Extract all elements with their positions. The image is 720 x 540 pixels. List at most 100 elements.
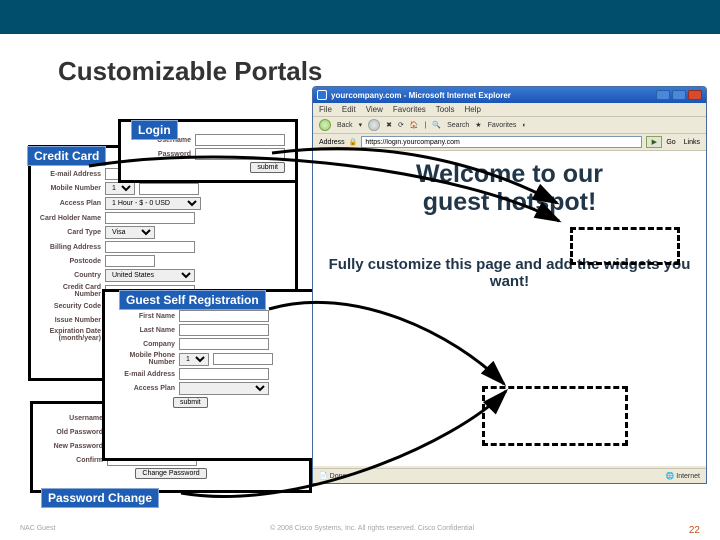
browser-toolbar: Back ▾ ✖ ⟳ 🏠 | 🔍 Search ★ Favorites ◐ — [313, 117, 706, 134]
widget-placeholder-2 — [482, 386, 628, 446]
footer-left: NAC Guest — [20, 525, 55, 536]
login-panel: Login Username Password submit — [118, 119, 298, 183]
pwd-new-label: New Password — [39, 443, 103, 450]
slide-footer: NAC Guest © 2008 Cisco Systems, Inc. All… — [0, 525, 720, 536]
credit-billing-label: Billing Address — [37, 244, 101, 251]
credit-mobile-label: Mobile Number — [37, 185, 101, 192]
address-input[interactable] — [361, 136, 642, 148]
credit-postcode-label: Postcode — [37, 258, 101, 265]
pwd-confirm-label: Confirm — [39, 457, 103, 464]
done-icon: 📄 — [319, 473, 328, 480]
guest-mobile-input[interactable] — [213, 353, 273, 365]
browser-window: yourcompany.com - Microsoft Internet Exp… — [312, 86, 707, 484]
login-heading: Login — [131, 120, 178, 140]
status-done: 📄 Done — [319, 472, 346, 480]
credit-mobile-code[interactable]: 1 — [105, 182, 135, 195]
credit-country-select[interactable]: United States — [105, 269, 195, 282]
widget-placeholder-1 — [570, 227, 680, 265]
guest-access-label: Access Plan — [111, 385, 175, 392]
go-label: Go — [666, 139, 675, 146]
headline-line2: guest hotspot! — [423, 188, 597, 216]
menu-help[interactable]: Help — [464, 105, 480, 114]
forward-button[interactable] — [368, 119, 380, 131]
stage: Credit Card E-mail Address Mobile Number… — [0, 87, 720, 517]
guest-first-label: First Name — [111, 313, 175, 320]
guest-mobile-label: Mobile Phone Number — [111, 352, 175, 366]
toolbar-refresh-icon[interactable]: ⟳ — [398, 121, 404, 129]
credit-exp-label: Expiration Date (month/year) — [37, 328, 101, 342]
password-change-heading: Password Change — [41, 488, 159, 508]
go-button[interactable]: ▶ — [646, 136, 662, 148]
credit-issue-label: Issue Number — [37, 317, 101, 324]
footer-copyright: © 2008 Cisco Systems, Inc. All rights re… — [55, 525, 688, 536]
internet-icon: 🌐 — [666, 473, 675, 480]
guest-mobile-code[interactable]: 1 — [179, 353, 209, 366]
guest-last-input[interactable] — [179, 324, 269, 336]
window-close-button[interactable] — [688, 90, 702, 100]
toolbar-search-icon[interactable]: 🔍 — [432, 121, 441, 129]
pwd-old-label: Old Password — [39, 429, 103, 436]
guest-submit-button[interactable]: submit — [173, 397, 208, 408]
login-password-input[interactable] — [195, 148, 285, 160]
favorites-label: Favorites — [488, 122, 517, 129]
credit-access-label: Access Plan — [37, 200, 101, 207]
toolbar-sep: | — [425, 122, 427, 129]
address-label: Address — [319, 139, 345, 146]
status-zone: 🌐 Internet — [666, 472, 700, 480]
credit-email-label: E-mail Address — [37, 171, 101, 178]
pwd-change-button[interactable]: Change Password — [135, 468, 206, 479]
login-submit-button[interactable]: submit — [250, 162, 285, 173]
toolbar-favorites-icon[interactable]: ★ — [475, 121, 481, 129]
credit-mobile-input[interactable] — [139, 183, 199, 195]
guest-company-input[interactable] — [179, 338, 269, 350]
credit-type-select[interactable]: Visa — [105, 226, 155, 239]
slide-title: Customizable Portals — [58, 56, 720, 87]
back-button[interactable] — [319, 119, 331, 131]
browser-statusbar: 📄 Done 🌐 Internet — [313, 468, 706, 483]
window-minimize-button[interactable] — [656, 90, 670, 100]
pwd-username-label: Username — [39, 415, 103, 422]
login-username-input[interactable] — [195, 134, 285, 146]
credit-country-label: Country — [37, 272, 101, 279]
guest-email-input[interactable] — [179, 368, 269, 380]
guest-heading: Guest Self Registration — [119, 290, 266, 310]
toolbar-stop-icon[interactable]: ✖ — [386, 121, 392, 129]
address-lock-icon: 🔒 — [349, 138, 358, 146]
browser-title: yourcompany.com - Microsoft Internet Exp… — [331, 91, 652, 100]
back-label: Back — [337, 122, 353, 129]
guest-first-input[interactable] — [179, 310, 269, 322]
credit-card-heading: Credit Card — [27, 146, 106, 166]
credit-billing-input[interactable] — [105, 241, 195, 253]
guest-access-select[interactable] — [179, 382, 269, 395]
toolbar-media-icon[interactable]: ◐ — [522, 122, 526, 129]
toolbar-home-icon[interactable]: 🏠 — [410, 121, 419, 129]
browser-addressbar: Address 🔒 ▶ Go Links — [313, 134, 706, 151]
credit-postcode-input[interactable] — [105, 255, 155, 267]
menu-file[interactable]: File — [319, 105, 332, 114]
browser-titlebar: yourcompany.com - Microsoft Internet Exp… — [313, 87, 706, 103]
menu-view[interactable]: View — [366, 105, 383, 114]
links-label[interactable]: Links — [684, 139, 700, 146]
login-password-label: Password — [127, 151, 191, 158]
credit-sec-label: Security Code — [37, 303, 101, 310]
guest-company-label: Company — [111, 341, 175, 348]
credit-type-label: Card Type — [37, 229, 101, 236]
hotspot-headline: Welcome to our guest hotspot! — [325, 161, 694, 216]
search-label: Search — [447, 122, 469, 129]
window-maximize-button[interactable] — [672, 90, 686, 100]
browser-menubar[interactable]: File Edit View Favorites Tools Help — [313, 103, 706, 117]
header-bar — [0, 0, 720, 34]
ie-icon — [317, 90, 327, 100]
menu-tools[interactable]: Tools — [436, 105, 455, 114]
credit-holder-label: Card Holder Name — [37, 215, 101, 222]
credit-access-select[interactable]: 1 Hour - $ - 0 USD — [105, 197, 201, 210]
guest-email-label: E-mail Address — [111, 371, 175, 378]
headline-line1: Welcome to our — [416, 160, 603, 188]
menu-edit[interactable]: Edit — [342, 105, 356, 114]
toolbar-separator: ▾ — [359, 121, 363, 129]
footer-page-number: 22 — [689, 525, 700, 536]
credit-holder-input[interactable] — [105, 212, 195, 224]
credit-cc-label: Credit Card Number — [37, 284, 101, 298]
menu-favorites[interactable]: Favorites — [393, 105, 426, 114]
guest-last-label: Last Name — [111, 327, 175, 334]
